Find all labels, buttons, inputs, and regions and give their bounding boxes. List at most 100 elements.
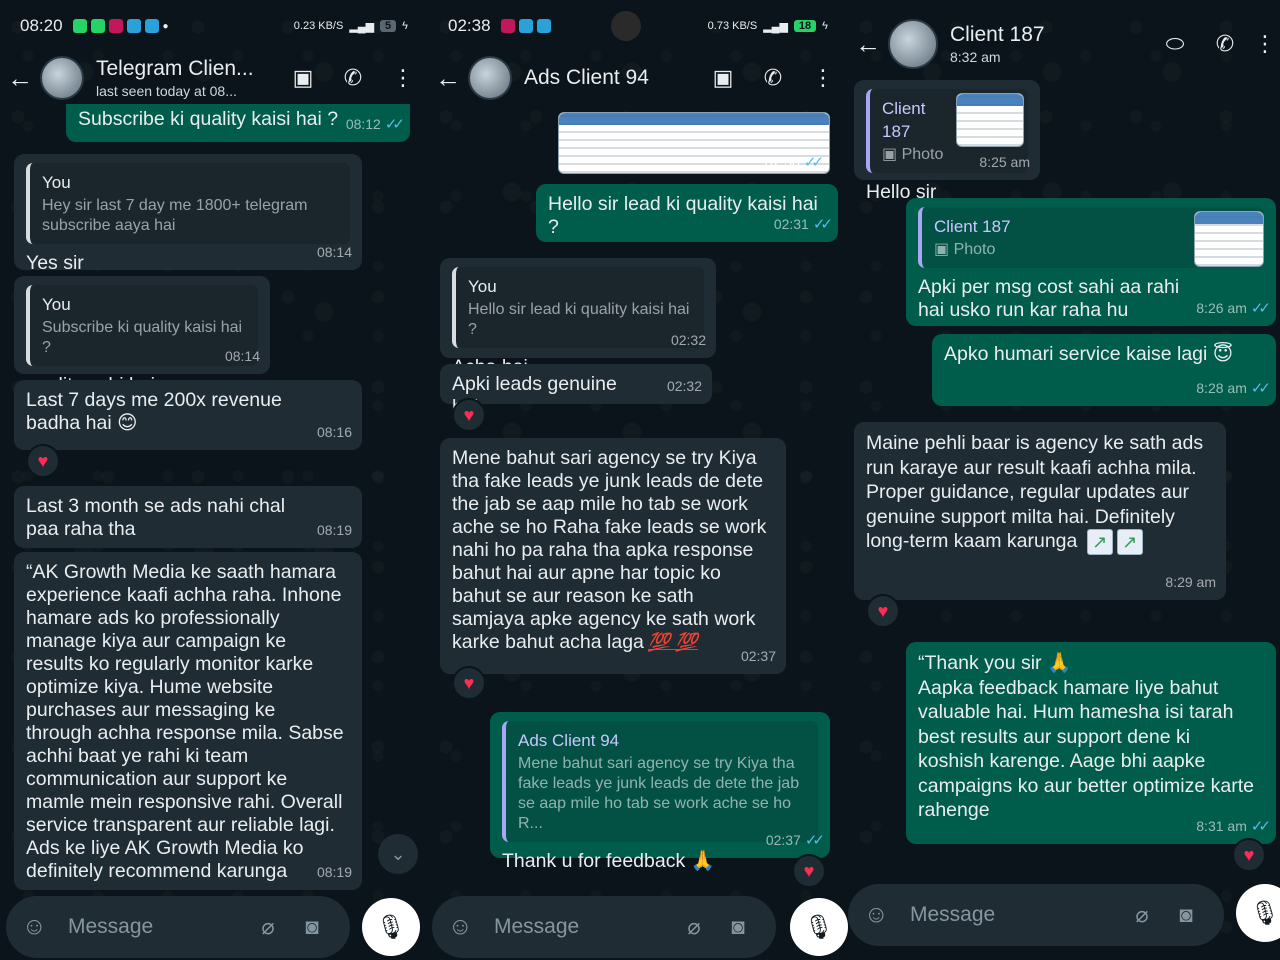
attach-icon[interactable]: ⌀ [672,914,716,940]
contact-info[interactable]: Client 187 8:32 am [950,23,1150,65]
message-bubble-incoming[interactable]: Maine pehli baar is agency ke sath ads r… [854,422,1226,600]
message-bubble-outgoing[interactable]: Ads Client 94 Mene bahut sari agency se … [490,712,830,872]
quoted-message[interactable]: You Hey sir last 7 day me 1800+ telegram… [26,163,350,244]
message-input[interactable]: Message [900,903,1120,927]
add-call-icon[interactable]: ✆ [1200,31,1250,57]
message-text: Yes sir [26,252,84,274]
message-bubble-outgoing[interactable]: Subscribe ki quality kaisi hai ? 08:12 ✓✓ [66,104,410,142]
camera-icon[interactable]: ◙ [716,914,760,940]
message-input-bar[interactable]: ☺ Message ⌀ ◙ [432,896,776,958]
heart-reaction-icon[interactable]: ♥ [452,666,486,700]
back-arrow-icon[interactable]: ← [848,29,888,60]
battery-level: 18 [793,20,817,32]
message-time: 8:31 am ✓✓ [1196,818,1271,835]
message-time: 8:29 am [1165,574,1216,590]
read-ticks-icon: ✓✓ [384,116,405,133]
notification-icons [500,19,551,33]
message-bubble-incoming[interactable]: Last 3 month se ads nahi chal paa raha t… [14,486,362,548]
message-input-bar[interactable]: ☺ Message ⌀ ◙ [848,884,1224,946]
message-input-bar[interactable]: ☺ Message ⌀ ◙ [6,896,350,958]
message-bubble-outgoing[interactable]: Apko humari service kaise lagi 😇 8:28 am… [932,334,1276,406]
mic-icon[interactable]: 🎙 [362,898,420,956]
attach-icon[interactable]: ⌀ [246,914,290,940]
message-text: Subscribe ki quality kaisi hai ? [78,108,339,130]
add-call-icon[interactable]: ✆ [328,65,378,91]
quoted-message[interactable]: You Subscribe ki quality kaisi hai ? [26,285,258,366]
notification-icons: ● [72,19,169,33]
quote-author: Ads Client 94 [518,731,620,750]
message-bubble-incoming[interactable]: You Hello sir lead ki quality kaisi hai … [440,258,716,378]
message-bubble-incoming[interactable]: Mene bahut sari agency se try Kiya tha f… [440,438,786,674]
heart-reaction-icon[interactable]: ♥ [866,594,900,628]
message-input[interactable]: Message [484,915,672,939]
photo-thumbnail[interactable] [1194,211,1264,267]
label-tag-icon[interactable]: ⬭ [1150,31,1200,57]
message-bubble-incoming[interactable]: You Subscribe ki quality kaisi hai ? qua… [14,276,270,396]
message-bubble-incoming[interactable]: You Hey sir last 7 day me 1800+ telegram… [14,154,362,274]
contact-info[interactable]: Ads Client 94 [524,66,698,90]
mic-icon[interactable]: 🎙 [790,898,848,956]
quoted-message[interactable]: You Hello sir lead ki quality kaisi hai … [452,267,704,348]
contact-card-icon[interactable]: ▣ [278,65,328,91]
message-time: 08:14 [224,348,260,364]
contact-info[interactable]: Telegram Clien... last seen today at 08.… [96,57,278,99]
avatar[interactable] [468,56,512,100]
message-bubble-outgoing[interactable]: “Thank you sir 🙏 Aapka feedback hamare l… [906,642,1276,844]
more-options-icon[interactable]: ⋮ [798,65,848,91]
message-bubble-outgoing[interactable]: Client 187 ▣ Photo Apki per msg cost sah… [906,198,1276,326]
chart-increasing-icon: ↗ [1086,529,1113,555]
avatar[interactable] [40,56,84,100]
mic-icon[interactable]: 🎙 [1236,884,1280,942]
camera-icon[interactable]: ◙ [1164,902,1208,928]
quote-author: You [42,173,71,192]
message-bubble-outgoing[interactable]: Hello sir lead ki quality kaisi hai ? 02… [536,184,838,242]
more-options-icon[interactable]: ⋮ [378,65,428,91]
more-options-icon[interactable]: ⋮ [1250,31,1280,57]
scroll-down-icon[interactable]: ⌄ [378,834,418,874]
message-bubble-incoming[interactable]: Apki leads genuine hai 02:32 [440,364,712,418]
camera-cutout [610,11,641,41]
message-time: 08:14 [316,244,352,260]
contact-card-icon[interactable]: ▣ [698,65,748,91]
back-arrow-icon[interactable]: ← [0,63,40,94]
message-text: Mene bahut sari agency se try Kiya tha f… [452,447,767,653]
quote-author: You [42,295,71,314]
smile-emoji: 😊 [117,412,138,434]
quote-text: ▣ Photo [934,241,996,258]
message-time: 8:25 am [979,154,1030,170]
heart-reaction-icon[interactable]: ♥ [26,444,60,478]
emoji-icon[interactable]: ☺ [22,913,58,941]
message-bubble-incoming[interactable]: “AK Growth Media ke saath hamara experie… [14,552,362,890]
system-icons: 0.23 KB/S ▂▄▆ 5 ϟ [294,20,408,33]
message-input[interactable]: Message [58,915,246,939]
chat-header: ← Client 187 8:32 am ⬭ ✆ ⋮ [848,16,1280,72]
attach-icon[interactable]: ⌀ [1120,902,1164,928]
read-ticks-icon: ✓✓ [1250,380,1271,397]
quoted-message[interactable]: Client 187 ▣ Photo [918,207,1264,268]
heart-reaction-icon[interactable]: ♥ [1232,838,1266,872]
heart-reaction-icon[interactable]: ♥ [452,398,486,432]
quote-text: Hello sir lead ki quality kaisi hai ? [468,301,690,338]
photo-thumbnail[interactable] [956,93,1024,147]
contact-name: Telegram Clien... [96,57,254,80]
back-arrow-icon[interactable]: ← [428,63,468,94]
quote-text: Subscribe ki quality kaisi hai ? [42,319,243,356]
quote-author: Client 187 [882,99,926,141]
avatar[interactable] [888,19,938,69]
message-time: 08:19 [316,864,352,880]
status-time: 08:20 [20,16,63,35]
contact-name: Client 187 [950,23,1045,46]
camera-icon[interactable]: ◙ [290,914,334,940]
message-time: 08:16 [316,424,352,440]
emoji-icon[interactable]: ☺ [448,913,484,941]
message-bubble-incoming[interactable]: Client 187 ▣ Photo Hello sir 8:25 am [854,80,1040,203]
emoji-icon[interactable]: ☺ [864,901,900,929]
message-time: 02:37 [740,648,776,664]
heart-reaction-icon[interactable]: ♥ [792,854,826,888]
status-time: 02:38 [448,16,491,35]
message-bubble-incoming[interactable]: Last 7 days me 200x revenue badha hai 😊 … [14,380,362,450]
screenshot-image[interactable]: 02:30 ✓✓ [558,112,830,174]
add-call-icon[interactable]: ✆ [748,65,798,91]
network-speed: 0.23 KB/S [293,20,344,32]
quoted-message[interactable]: Ads Client 94 Mene bahut sari agency se … [502,721,818,842]
